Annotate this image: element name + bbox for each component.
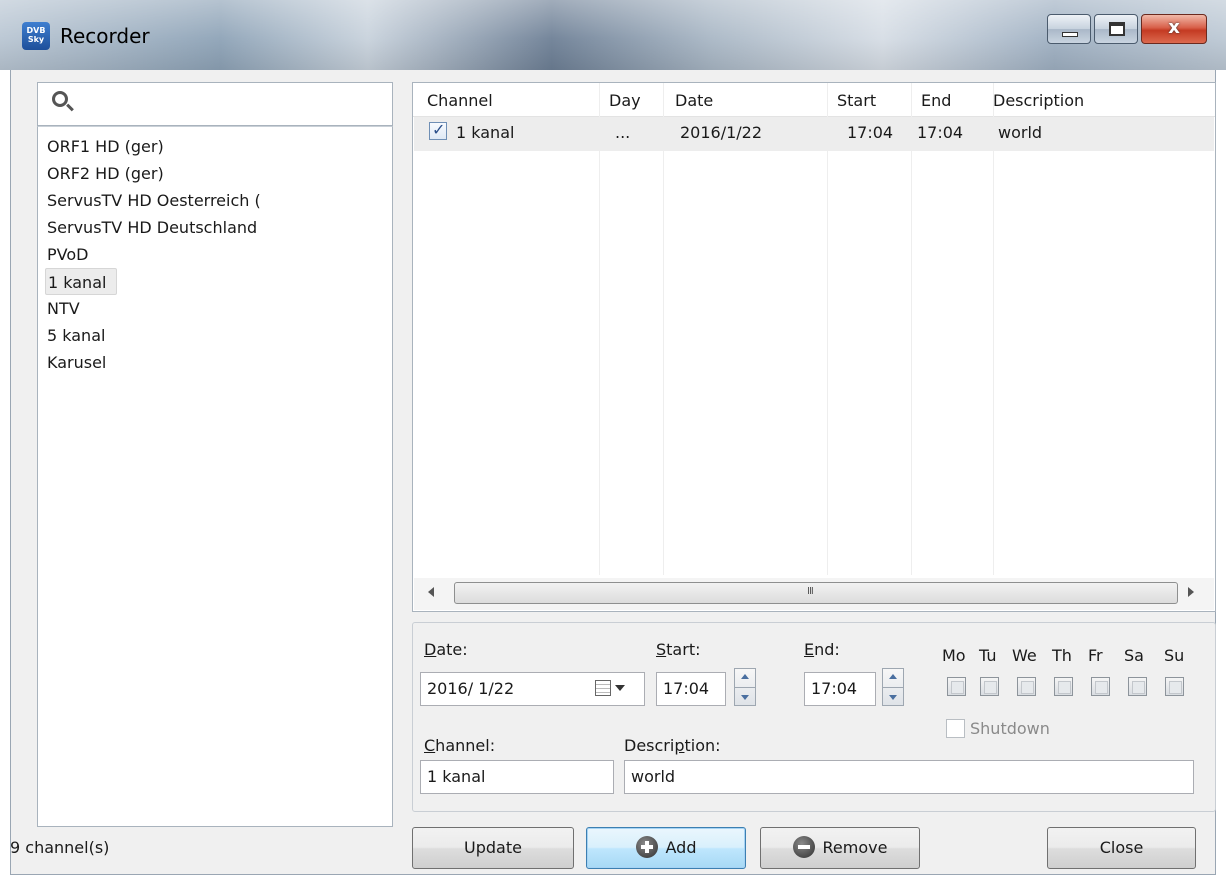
column-divider	[599, 83, 600, 575]
column-header-end[interactable]: End	[921, 91, 951, 110]
app-icon: DVB Sky	[22, 22, 50, 50]
channel-list-item[interactable]: ORF2 HD (ger)	[38, 160, 392, 187]
start-label: Start:	[656, 640, 701, 659]
window-close-button[interactable]: x	[1141, 14, 1207, 44]
remove-button[interactable]: Remove	[760, 827, 920, 869]
cell-start: 17:04	[847, 123, 894, 142]
end-time-field[interactable]: 17:04	[804, 672, 876, 706]
column-divider	[827, 83, 828, 575]
channel-list-item-selected[interactable]: 1 kanal	[45, 268, 117, 295]
date-dropdown-button[interactable]	[595, 678, 637, 702]
day-label-su: Su	[1164, 646, 1185, 665]
close-button[interactable]: Close	[1047, 827, 1196, 869]
day-label-tu: Tu	[979, 646, 997, 665]
column-divider	[911, 83, 912, 575]
shutdown-label: Shutdown	[970, 719, 1050, 738]
scroll-right-icon[interactable]	[1188, 587, 1194, 597]
column-header-day[interactable]: Day	[609, 91, 641, 110]
title-bar[interactable]: DVB Sky Recorder x	[0, 0, 1226, 70]
day-checkbox-fr[interactable]	[1091, 677, 1110, 696]
date-label: Date:	[424, 640, 468, 659]
day-label-we: We	[1012, 646, 1037, 665]
close-icon: x	[1168, 17, 1180, 38]
description-field[interactable]: world	[624, 760, 1194, 794]
update-button-label: Update	[464, 838, 522, 857]
column-divider	[993, 83, 994, 575]
channel-list-item[interactable]: ServusTV HD Oesterreich (	[38, 187, 392, 214]
chevron-down-icon	[615, 685, 625, 691]
horizontal-scrollbar[interactable]: III	[414, 578, 1214, 610]
channel-field[interactable]: 1 kanal	[420, 760, 614, 794]
add-button-label: Add	[665, 838, 697, 857]
cell-date: 2016/1/22	[680, 123, 763, 142]
cell-description: world	[998, 123, 1043, 142]
shutdown-checkbox[interactable]	[946, 719, 965, 738]
channel-search-input[interactable]	[37, 82, 393, 126]
search-icon	[52, 91, 68, 107]
add-button[interactable]: Add	[586, 827, 746, 869]
channel-count-status: 9 channel(s)	[10, 838, 110, 857]
plus-circle-icon	[635, 836, 658, 858]
maximize-button[interactable]	[1094, 14, 1138, 44]
scrollbar-thumb[interactable]: III	[454, 582, 1178, 604]
day-checkbox-th[interactable]	[1054, 677, 1073, 696]
end-label: End:	[804, 640, 840, 659]
column-divider	[663, 83, 664, 575]
description-label: Description:	[624, 736, 721, 755]
start-time-field[interactable]: 17:04	[656, 672, 726, 706]
cell-channel: 1 kanal	[456, 123, 515, 142]
day-checkbox-tu[interactable]	[980, 677, 999, 696]
day-checkbox-sa[interactable]	[1128, 677, 1147, 696]
channel-list-item[interactable]: ORF1 HD (ger)	[38, 133, 392, 160]
row-enabled-checkbox[interactable]	[429, 120, 447, 140]
table-header: Channel Day Date Start End Description	[413, 83, 1215, 117]
calendar-icon	[595, 680, 611, 696]
end-time-spinner[interactable]	[882, 668, 904, 706]
column-header-start[interactable]: Start	[837, 91, 876, 110]
day-label-mo: Mo	[942, 646, 966, 665]
column-header-description[interactable]: Description	[993, 91, 1084, 110]
spinner-divider	[735, 687, 755, 688]
channel-list-item[interactable]: NTV	[38, 295, 392, 322]
channel-list-item[interactable]: PVoD	[38, 241, 392, 268]
minimize-icon	[1062, 32, 1078, 37]
window-title: Recorder	[60, 24, 150, 48]
day-label-sa: Sa	[1124, 646, 1144, 665]
start-time-spinner[interactable]	[734, 668, 756, 706]
day-checkbox-we[interactable]	[1017, 677, 1036, 696]
column-header-channel[interactable]: Channel	[427, 91, 493, 110]
column-header-date[interactable]: Date	[675, 91, 713, 110]
close-button-label: Close	[1099, 838, 1144, 857]
day-checkbox-su[interactable]	[1165, 677, 1184, 696]
scroll-left-icon[interactable]	[428, 587, 434, 597]
recordings-table[interactable]: Channel Day Date Start End Description 1…	[412, 82, 1216, 612]
channel-list-item[interactable]: Karusel	[38, 349, 392, 376]
spinner-divider	[883, 687, 903, 688]
maximize-icon	[1109, 22, 1125, 36]
date-value: 2016/ 1/22	[427, 679, 515, 698]
scrollbar-grip: III	[807, 586, 814, 597]
channel-label: Channel:	[424, 736, 496, 755]
minus-circle-icon	[792, 836, 815, 858]
channel-list[interactable]: ORF1 HD (ger) ORF2 HD (ger) ServusTV HD …	[37, 126, 393, 827]
day-label-th: Th	[1052, 646, 1072, 665]
remove-button-label: Remove	[822, 838, 888, 857]
cell-end: 17:04	[917, 123, 964, 142]
day-checkbox-mo[interactable]	[947, 677, 966, 696]
day-label-fr: Fr	[1088, 646, 1103, 665]
minimize-button[interactable]	[1047, 14, 1091, 44]
update-button[interactable]: Update	[412, 827, 574, 869]
channel-list-item[interactable]: 5 kanal	[38, 322, 392, 349]
table-row[interactable]: 1 kanal ... 2016/1/22 17:04 17:04 world	[414, 117, 1214, 151]
cell-day: ...	[615, 123, 631, 142]
channel-list-item[interactable]: ServusTV HD Deutschland	[38, 214, 392, 241]
